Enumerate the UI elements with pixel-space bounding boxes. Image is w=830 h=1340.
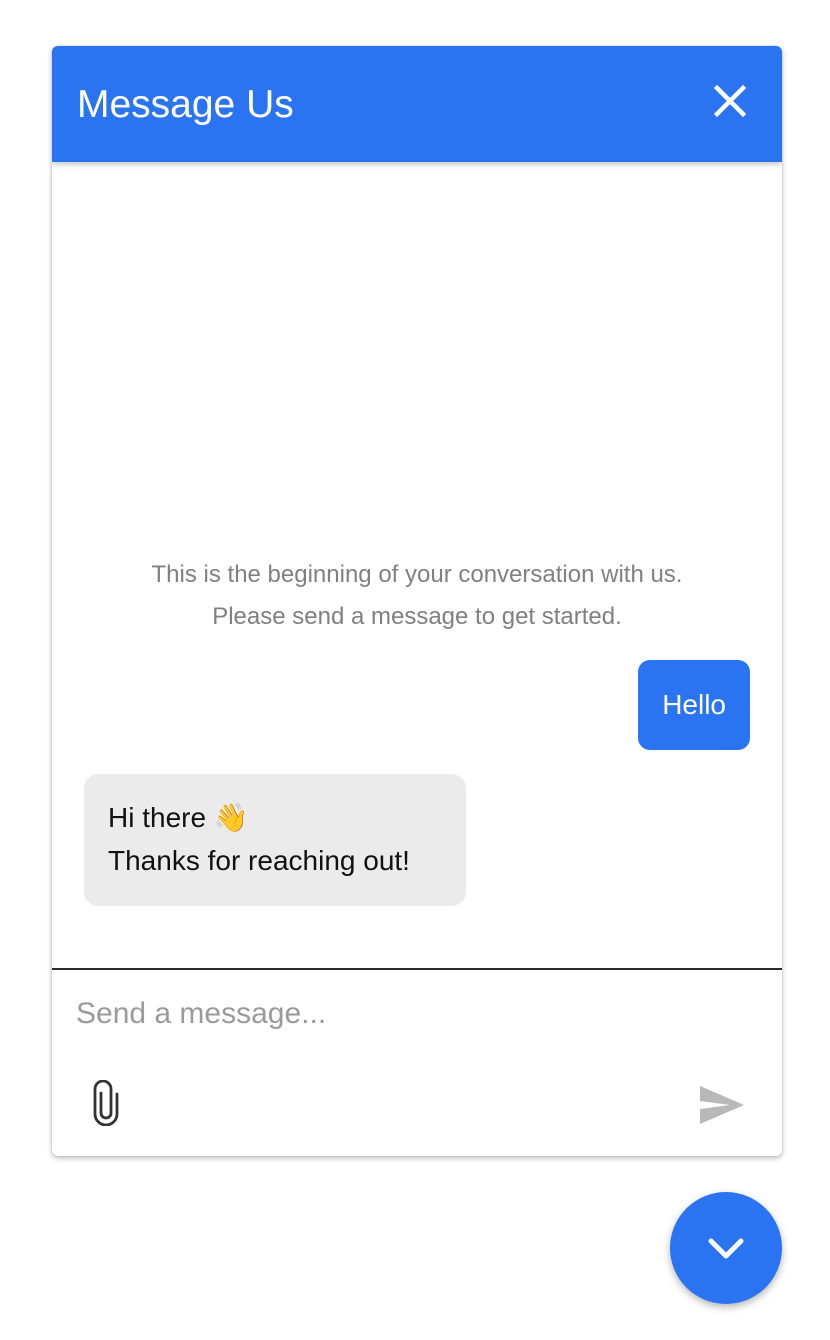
incoming-message-line-2: Thanks for reaching out! — [108, 845, 410, 876]
close-icon — [713, 84, 747, 118]
chat-title: Message Us — [77, 83, 294, 126]
incoming-message-line-1: Hi there 👋 — [108, 802, 249, 833]
paperclip-icon — [93, 1079, 119, 1127]
message-input[interactable] — [76, 992, 756, 1036]
chat-window: Message Us This is the beginning of your… — [52, 46, 782, 1156]
chevron-down-icon — [708, 1238, 744, 1259]
conversation-intro: This is the beginning of your conversati… — [52, 554, 782, 638]
close-button[interactable] — [708, 79, 752, 123]
send-icon — [700, 1086, 744, 1124]
message-composer — [52, 968, 782, 1156]
intro-line-2: Please send a message to get started. — [212, 603, 622, 630]
outgoing-message: Hello — [638, 660, 750, 750]
send-button[interactable] — [698, 1084, 746, 1126]
attach-file-button[interactable] — [90, 1079, 122, 1127]
intro-line-1: This is the beginning of your conversati… — [151, 561, 683, 588]
toggle-chat-button[interactable] — [670, 1192, 782, 1304]
chat-header: Message Us — [52, 46, 782, 162]
incoming-message: Hi there 👋 Thanks for reaching out! — [84, 774, 466, 906]
message-list[interactable]: This is the beginning of your conversati… — [52, 162, 782, 968]
